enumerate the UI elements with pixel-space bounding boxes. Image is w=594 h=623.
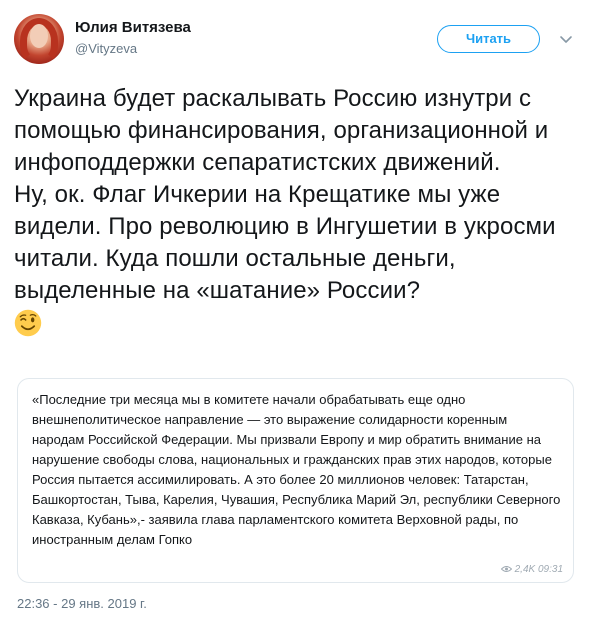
quote-text: «Последние три месяца мы в комитете нача…	[32, 392, 561, 547]
quote-card[interactable]: «Последние три месяца мы в комитете нача…	[17, 378, 574, 583]
follow-button[interactable]: Читать	[437, 25, 540, 53]
user-name[interactable]: Юлия Витязева	[75, 19, 191, 36]
quote-meta: 2,4K 09:31	[500, 564, 563, 576]
tweet-paragraph-1: Украина будет раскалывать Россию изнутри…	[14, 85, 549, 176]
eye-icon	[500, 565, 512, 576]
chevron-down-icon[interactable]	[558, 31, 574, 47]
tweet: Юлия Витязева @Vityzeva Читать Украина б…	[0, 0, 594, 623]
avatar-face	[30, 24, 48, 48]
tweet-timestamp[interactable]: 22:36 - 29 янв. 2019 г.	[17, 596, 147, 611]
user-handle[interactable]: @Vityzeva	[75, 41, 137, 56]
quote-meta-text: 2,4K 09:31	[514, 564, 563, 575]
winking-face-icon	[14, 309, 42, 346]
tweet-paragraph-2: Ну, ок. Флаг Ичкерии на Крещатике мы уже…	[14, 181, 556, 304]
avatar[interactable]	[14, 14, 64, 64]
tweet-text: Украина будет раскалывать Россию изнутри…	[14, 83, 584, 346]
